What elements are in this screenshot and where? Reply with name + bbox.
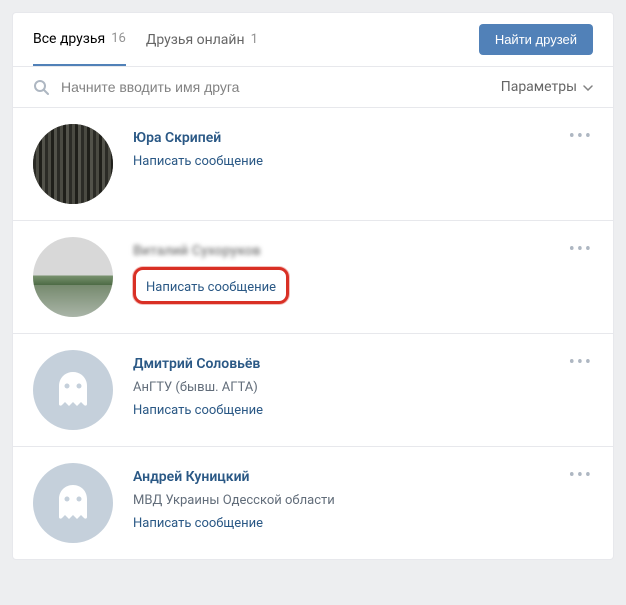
friend-name[interactable]: Дмитрий Соловьёв [133, 356, 593, 372]
search-icon [33, 79, 49, 95]
friend-row: Дмитрий Соловьёв АнГТУ (бывш. АГТА) Напи… [13, 334, 613, 447]
friend-meta: АнГТУ (бывш. АГТА) [133, 380, 593, 395]
tab-friends-online[interactable]: Друзья онлайн 1 [146, 13, 258, 66]
friend-name[interactable]: Андрей Куницкий [133, 469, 593, 485]
tab-label: Все друзья [33, 31, 105, 47]
parameters-dropdown[interactable]: Параметры [501, 79, 593, 95]
highlight-annotation: Написать сообщение [133, 267, 289, 304]
friend-row: Виталий Сухоруков Написать сообщение ••• [13, 221, 613, 334]
friend-info: Андрей Куницкий МВД Украины Одесской обл… [133, 463, 593, 531]
search-input[interactable] [61, 79, 501, 95]
tab-count: 16 [111, 31, 126, 46]
friend-row: Юра Скрипей Написать сообщение ••• [13, 108, 613, 221]
write-message-link[interactable]: Написать сообщение [133, 154, 593, 169]
avatar[interactable] [33, 463, 113, 543]
friend-meta: МВД Украины Одесской области [133, 493, 593, 508]
friends-panel: Все друзья 16 Друзья онлайн 1 Найти друз… [12, 12, 614, 560]
friend-name[interactable]: Юра Скрипей [133, 130, 593, 146]
find-friends-button[interactable]: Найти друзей [479, 24, 593, 55]
parameters-label: Параметры [501, 79, 577, 95]
placeholder-avatar-icon [49, 366, 97, 414]
tab-all-friends[interactable]: Все друзья 16 [33, 13, 126, 66]
search-row: Параметры [13, 67, 613, 108]
avatar[interactable] [33, 237, 113, 317]
friend-info: Юра Скрипей Написать сообщение [133, 124, 593, 169]
write-message-link[interactable]: Написать сообщение [133, 516, 593, 531]
friend-info: Дмитрий Соловьёв АнГТУ (бывш. АГТА) Напи… [133, 350, 593, 418]
tab-label: Друзья онлайн [146, 32, 245, 48]
tabs-row: Все друзья 16 Друзья онлайн 1 Найти друз… [13, 13, 613, 67]
avatar[interactable] [33, 124, 113, 204]
write-message-link[interactable]: Написать сообщение [146, 280, 276, 295]
more-icon[interactable]: ••• [569, 354, 593, 372]
friend-name[interactable]: Виталий Сухоруков [133, 243, 593, 259]
friend-row: Андрей Куницкий МВД Украины Одесской обл… [13, 447, 613, 559]
friend-info: Виталий Сухоруков Написать сообщение [133, 237, 593, 304]
tab-count: 1 [251, 32, 258, 47]
chevron-down-icon [583, 79, 593, 95]
avatar[interactable] [33, 350, 113, 430]
more-icon[interactable]: ••• [569, 467, 593, 485]
more-icon[interactable]: ••• [569, 241, 593, 259]
placeholder-avatar-icon [49, 479, 97, 527]
more-icon[interactable]: ••• [569, 128, 593, 146]
write-message-link[interactable]: Написать сообщение [133, 403, 593, 418]
